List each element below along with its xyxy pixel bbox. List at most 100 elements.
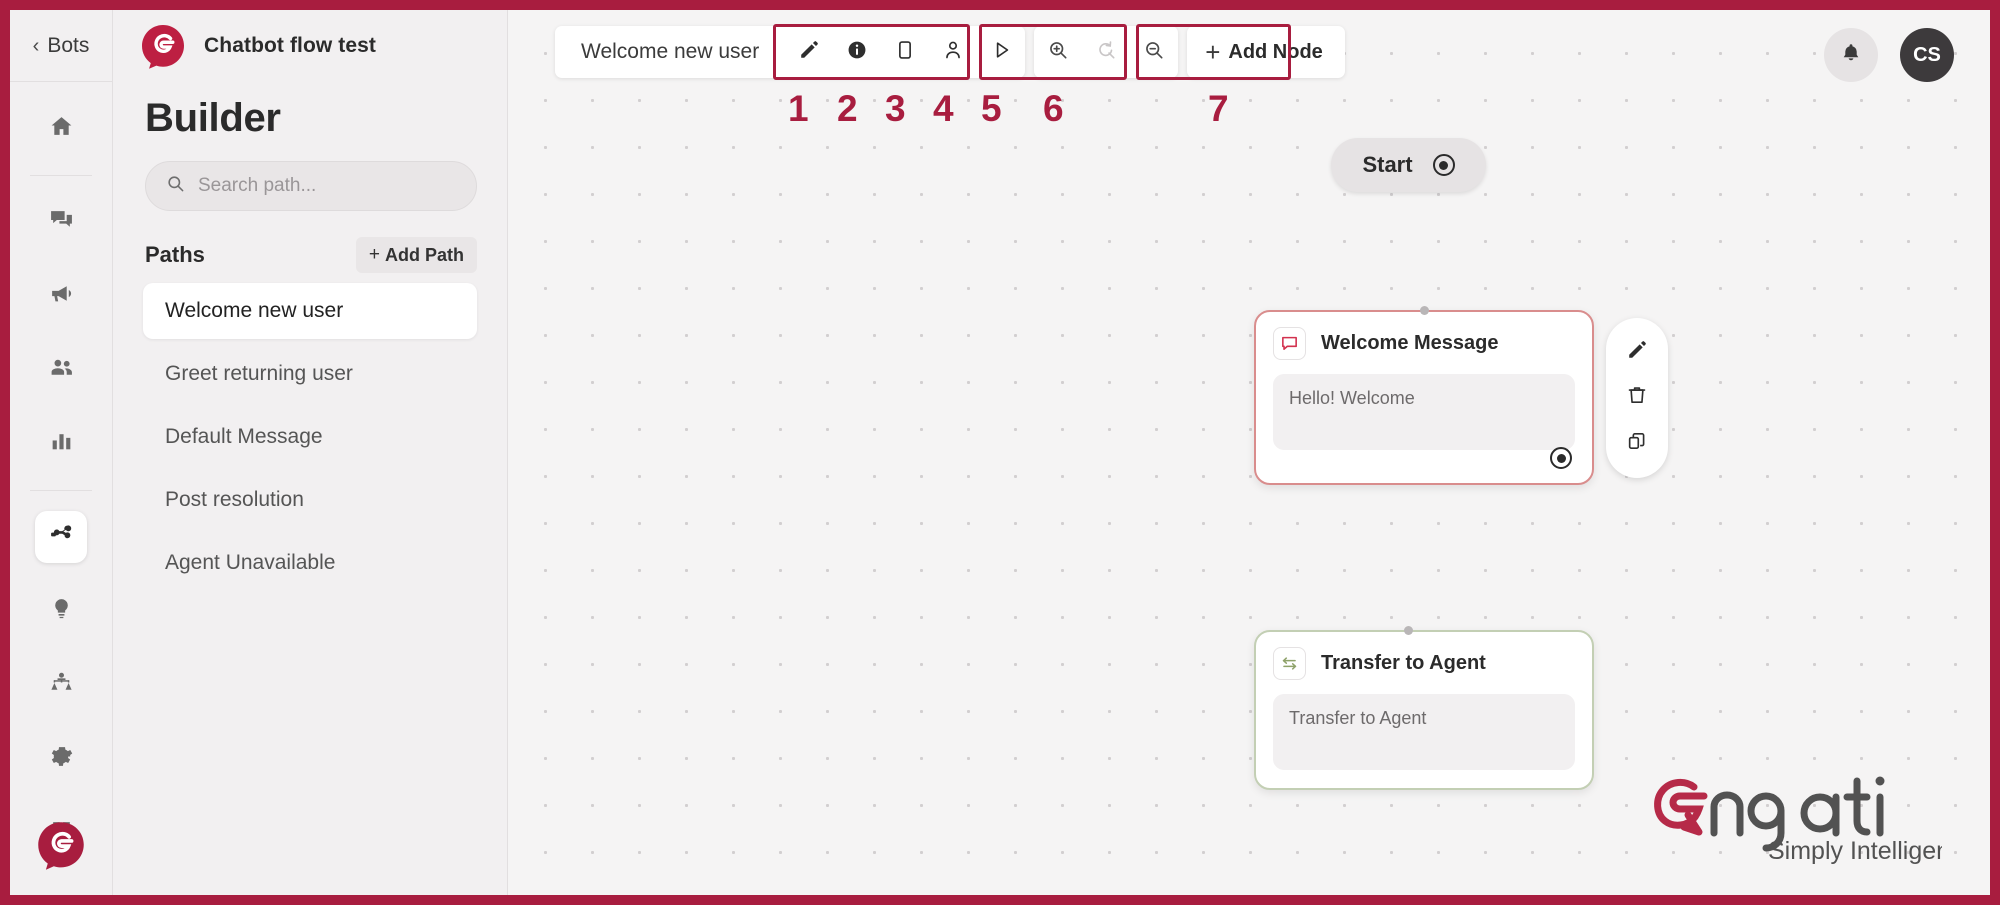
notifications-button[interactable] — [1824, 28, 1878, 82]
reset-icon — [1095, 39, 1117, 66]
canvas-top-right: CS — [1824, 28, 1954, 82]
node-transfer-to-agent[interactable]: Transfer to Agent Transfer to Agent — [1254, 630, 1594, 790]
user-icon — [942, 39, 964, 66]
start-node[interactable]: Start — [1331, 138, 1486, 192]
path-item-label: Post resolution — [165, 488, 304, 511]
sidebar-item-home[interactable] — [35, 103, 87, 155]
annotation-number-3: 3 — [885, 88, 906, 129]
page-title: Builder — [145, 96, 281, 140]
zoom-out-button[interactable] — [1130, 26, 1178, 78]
toolbar-action-group — [785, 26, 1025, 78]
zoom-controls — [1034, 26, 1179, 78]
node-output-port[interactable] — [1550, 447, 1572, 469]
rail-divider — [30, 175, 92, 176]
start-node-label: Start — [1362, 152, 1413, 177]
bot-name: Chatbot flow test — [204, 34, 377, 57]
node-body-text: Hello! Welcome — [1273, 374, 1575, 450]
search-path-box[interactable] — [145, 161, 477, 211]
annotation-number-1: 1 — [788, 88, 809, 129]
copy-icon — [1626, 430, 1648, 457]
pencil-icon — [798, 39, 820, 66]
trash-icon — [1626, 384, 1648, 411]
path-item-label: Greet returning user — [165, 362, 353, 385]
annotation-number-4: 4 — [933, 88, 954, 129]
annotation-number-2: 2 — [837, 88, 858, 129]
bar-chart-icon — [49, 429, 74, 459]
engati-watermark: Simply Intelligent — [1642, 771, 1942, 867]
node-header: Transfer to Agent — [1273, 647, 1575, 680]
chevron-left-icon: ‹ — [32, 34, 40, 57]
back-to-bots-label: Bots — [47, 33, 90, 57]
zoom-out-icon — [1143, 39, 1165, 66]
engati-logo-mark[interactable] — [33, 817, 89, 873]
add-node-button[interactable]: + Add Node — [1187, 26, 1345, 78]
path-item-label: Agent Unavailable — [165, 551, 336, 574]
icon-rail: ‹ Bots — [10, 10, 113, 895]
home-icon — [49, 114, 74, 144]
rename-path-button[interactable] — [785, 26, 833, 78]
sidebar-item-broadcast[interactable] — [35, 270, 87, 322]
sidebar-item-analytics[interactable] — [35, 418, 87, 470]
sidebar-item-settings[interactable] — [35, 733, 87, 785]
path-item-label: Welcome new user — [165, 299, 344, 322]
paths-label: Paths — [145, 242, 205, 267]
sidebar-item-insights[interactable] — [35, 585, 87, 637]
annotation-number-7: 7 — [1208, 88, 1229, 129]
pencil-icon — [1626, 339, 1648, 366]
avatar-initials: CS — [1913, 43, 1941, 66]
current-path-title: Welcome new user — [581, 40, 760, 63]
paths-header-row: Paths + Add Path — [113, 211, 507, 283]
watermark-tagline-text: Simply Intelligent — [1768, 837, 1942, 865]
sidebar-item-training[interactable] — [35, 659, 87, 711]
annotation-number-5: 5 — [981, 88, 1002, 129]
zoom-in-icon — [1047, 39, 1069, 66]
node-welcome-message[interactable]: Welcome Message Hello! Welcome — [1254, 310, 1594, 485]
path-item-default-message[interactable]: Default Message — [143, 409, 477, 465]
path-item-label: Default Message — [165, 425, 323, 448]
copy-icon — [894, 39, 916, 66]
annotation-number-6: 6 — [1043, 88, 1064, 129]
edge-handle — [1420, 306, 1429, 315]
edit-node-button[interactable] — [1618, 334, 1656, 372]
assign-user-button[interactable] — [929, 26, 977, 78]
plus-icon: + — [1205, 37, 1221, 67]
path-item-welcome-new-user[interactable]: Welcome new user — [143, 283, 477, 339]
duplicate-node-button[interactable] — [1618, 424, 1656, 462]
panel-header: Chatbot flow test — [113, 10, 507, 82]
sidebar-item-flow-builder[interactable] — [35, 511, 87, 563]
builder-panel: Chatbot flow test Builder Paths + Add Pa… — [113, 10, 508, 895]
duplicate-path-button[interactable] — [881, 26, 929, 78]
flow-canvas[interactable]: Welcome new user + Add Node 1 2 3 4 5 6 … — [508, 10, 1990, 895]
path-item-greet-returning-user[interactable]: Greet returning user — [143, 346, 477, 402]
sidebar-item-conversations[interactable] — [35, 196, 87, 248]
sidebar-item-contacts[interactable] — [35, 344, 87, 396]
path-info-button[interactable] — [833, 26, 881, 78]
add-node-label: Add Node — [1228, 40, 1323, 63]
reset-view-button[interactable] — [1082, 26, 1130, 78]
add-node-segment: + Add Node — [1187, 26, 1345, 78]
bot-avatar-icon — [139, 22, 187, 70]
edge-handle — [1404, 626, 1413, 635]
paths-list: Welcome new user Greet returning user De… — [113, 283, 507, 591]
search-path-input[interactable] — [198, 175, 456, 197]
start-node-output-port[interactable] — [1432, 154, 1455, 176]
info-icon — [846, 39, 868, 66]
toolbar-main-segment: Welcome new user — [555, 26, 1026, 78]
test-path-button[interactable] — [977, 26, 1025, 78]
rail-divider — [30, 490, 92, 491]
avatar[interactable]: CS — [1900, 28, 1954, 82]
delete-node-button[interactable] — [1618, 379, 1656, 417]
node-title: Transfer to Agent — [1321, 652, 1486, 674]
flow-share-icon — [49, 522, 74, 552]
path-item-agent-unavailable[interactable]: Agent Unavailable — [143, 535, 477, 591]
path-item-post-resolution[interactable]: Post resolution — [143, 472, 477, 528]
node-body-text: Transfer to Agent — [1273, 694, 1575, 770]
node-header: Welcome Message — [1273, 327, 1575, 360]
zoom-in-button[interactable] — [1034, 26, 1082, 78]
chat-bubble-icon — [1273, 327, 1306, 360]
back-to-bots[interactable]: ‹ Bots — [10, 10, 112, 82]
hierarchy-icon — [49, 670, 74, 700]
engati-wordmark-icon: Simply Intelligent — [1654, 776, 1942, 865]
add-path-label: Add Path — [385, 244, 464, 265]
add-path-button[interactable]: + Add Path — [355, 237, 477, 273]
